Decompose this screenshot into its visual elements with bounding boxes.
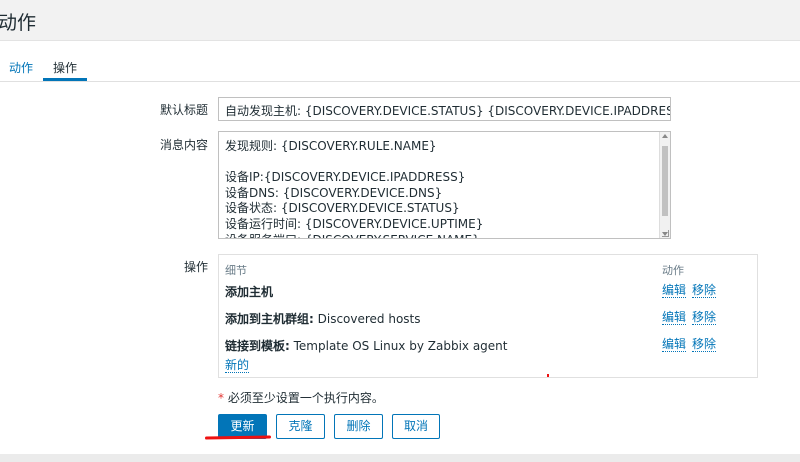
cancel-button[interactable]: 取消	[392, 414, 440, 439]
new-operation-link[interactable]: 新的	[225, 358, 250, 373]
operations-table: 细节 动作 添加主机 编辑 移除 添加到主机群组: Discovered hos…	[218, 254, 758, 378]
operation-detail: Template OS Linux by Zabbix agent	[289, 339, 508, 353]
operations-label: 操作	[183, 260, 208, 274]
default-subject-value: 自动发现主机: {DISCOVERY.DEVICE.STATUS} {DISCO…	[225, 104, 671, 118]
message-line: 设备IP:{DISCOVERY.DEVICE.IPADDRESS}	[225, 170, 466, 184]
remove-link[interactable]: 移除	[692, 283, 717, 298]
clone-button[interactable]: 克隆	[276, 414, 325, 439]
required-note-text: 必须至少设置一个执行内容。	[224, 391, 384, 405]
message-line: 设备运行时间: {DISCOVERY.DEVICE.UPTIME}	[225, 217, 484, 231]
column-header-details: 细节	[225, 264, 247, 277]
default-subject-label: 默认标题	[159, 103, 208, 117]
table-row: 添加主机	[225, 283, 273, 300]
required-note: * 必须至少设置一个执行内容。	[218, 389, 384, 406]
edit-link[interactable]: 编辑	[662, 283, 687, 298]
scroll-up-arrow-icon[interactable]	[662, 134, 668, 138]
page-title: 动作	[0, 12, 37, 34]
active-tab-indicator	[43, 78, 87, 81]
table-row: 链接到模板: Template OS Linux by Zabbix agent	[225, 337, 507, 354]
operation-detail: Discovered hosts	[313, 312, 421, 326]
scroll-thumb[interactable]	[662, 146, 668, 216]
page-footer	[0, 454, 800, 462]
operation-type: 添加主机	[225, 285, 274, 299]
tab-operations[interactable]: 操作	[53, 59, 77, 76]
delete-button[interactable]: 删除	[334, 414, 383, 439]
remove-link[interactable]: 移除	[692, 337, 717, 352]
page-header: 动作	[0, 0, 800, 41]
resize-grip-icon[interactable]	[662, 230, 669, 237]
message-line: 设备服务端口: {DISCOVERY.SERVICE.NAME}	[225, 231, 480, 238]
annotation-mark	[547, 374, 549, 377]
tab-action[interactable]: 动作	[9, 59, 33, 76]
remove-link[interactable]: 移除	[692, 310, 717, 325]
operation-type: 链接到模板:	[225, 339, 290, 353]
default-subject-input[interactable]: 自动发现主机: {DISCOVERY.DEVICE.STATUS} {DISCO…	[218, 97, 671, 121]
column-header-action: 动作	[662, 264, 684, 277]
edit-link[interactable]: 编辑	[662, 310, 687, 325]
message-scrollbar[interactable]	[659, 132, 670, 238]
table-row: 添加到主机群组: Discovered hosts	[225, 310, 421, 327]
message-line: 发现规则: {DISCOVERY.RULE.NAME}	[225, 139, 437, 153]
edit-link[interactable]: 编辑	[662, 337, 687, 352]
message-line: 设备状态: {DISCOVERY.DEVICE.STATUS}	[225, 201, 460, 215]
tab-bar: 动作 操作	[0, 41, 800, 82]
message-label: 消息内容	[159, 138, 208, 152]
operation-type: 添加到主机群组:	[225, 312, 314, 326]
message-textarea[interactable]: 发现规则: {DISCOVERY.RULE.NAME} 设备IP:{DISCOV…	[218, 131, 671, 239]
